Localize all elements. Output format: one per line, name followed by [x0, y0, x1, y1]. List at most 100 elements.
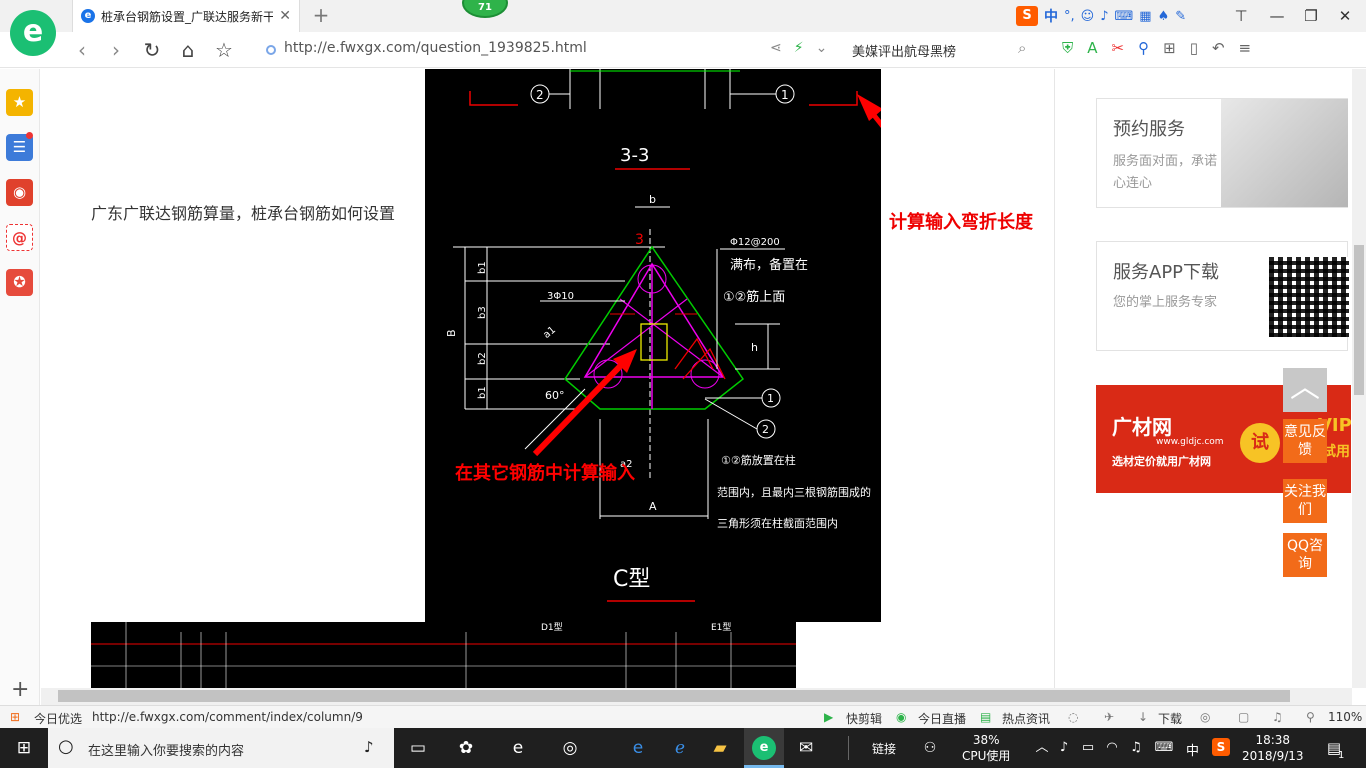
gift-icon[interactable]: ⊞ — [10, 710, 20, 724]
cad-rebar-3: 3Φ10 — [547, 291, 574, 302]
hot-search-text[interactable]: 美媒评出航母黑榜 — [852, 41, 956, 60]
skin-icon[interactable]: ♠ — [1158, 9, 1170, 24]
lightning-icon[interactable]: ⚡ — [794, 40, 804, 56]
keyboard-tray-icon[interactable]: ⌨ — [1152, 736, 1176, 760]
new-tab-button[interactable]: + — [310, 4, 332, 26]
sync-app-icon[interactable]: ◎ — [558, 736, 582, 760]
taskbar-clock[interactable]: 18:38 2018/9/13 — [1242, 732, 1304, 764]
appointment-card[interactable]: 预约服务 服务面对面，承诺心连心 — [1096, 98, 1348, 208]
pin-icon[interactable]: ✈ — [1104, 710, 1114, 724]
share-icon[interactable]: ⋖ — [770, 40, 782, 56]
browser-logo-icon[interactable]: e — [10, 10, 56, 56]
browser-taskbar-button[interactable]: e — [744, 728, 784, 768]
favorite-star-icon[interactable]: ☆ — [212, 38, 236, 62]
back-to-top-button[interactable]: ︿ — [1283, 368, 1327, 412]
back-icon[interactable]: ‹ — [70, 38, 94, 62]
clip-icon[interactable]: ▶ — [824, 710, 833, 724]
ime-indicator[interactable]: 中 — [1186, 740, 1199, 759]
battery-icon[interactable]: ▭ — [1076, 736, 1100, 760]
zoom-icon[interactable]: ⚲ — [1306, 710, 1315, 724]
cad-table-image: D1型 E1型 — [91, 622, 796, 688]
browser-tab[interactable]: e 桩承台钢筋设置_广联达服务新干 ✕ — [72, 0, 300, 32]
task-view-icon[interactable]: ▭ — [406, 736, 430, 760]
feedback-button[interactable]: 意见反馈 — [1283, 419, 1327, 463]
file-explorer-icon[interactable]: ▰ — [708, 736, 732, 760]
tab-close-icon[interactable]: ✕ — [279, 8, 291, 24]
fan-app-icon[interactable]: ✿ — [454, 736, 478, 760]
download-icon[interactable]: ↓ — [1138, 710, 1148, 724]
restore-button[interactable]: ❐ — [1296, 4, 1326, 28]
shield-icon[interactable]: ⛨ — [1062, 39, 1073, 57]
people-icon[interactable]: ⚇ — [918, 736, 942, 760]
undo-icon[interactable]: ↶ — [1212, 39, 1225, 57]
game-icon[interactable]: ✪ — [6, 269, 33, 296]
punctuation-icon[interactable]: °, — [1064, 9, 1075, 24]
cad-mark-2: 2 — [536, 88, 544, 102]
wifi-icon[interactable]: ◠ — [1100, 736, 1124, 760]
voice-search-icon[interactable]: ♪ — [364, 738, 374, 756]
mail-icon[interactable]: @ — [6, 224, 33, 251]
weibo-icon[interactable]: ◉ — [6, 179, 33, 206]
ime-language[interactable]: 中 — [1044, 6, 1058, 26]
windows-start-icon[interactable]: ⊞ — [12, 736, 36, 760]
zoom-level[interactable]: 110% — [1328, 710, 1362, 724]
qq-consult-button[interactable]: QQ咨询 — [1283, 533, 1327, 577]
tablet-icon[interactable]: ▯ — [1190, 39, 1198, 57]
live-icon[interactable]: ◉ — [896, 710, 906, 724]
favorites-star-icon[interactable]: ★ — [6, 89, 33, 116]
follow-us-button[interactable]: 关注我们 — [1283, 479, 1327, 523]
sogou-tray-icon[interactable]: S — [1212, 738, 1230, 756]
unread-dot — [26, 132, 33, 139]
mail-app-icon[interactable]: ✉ — [794, 736, 818, 760]
volume-icon[interactable]: ♫ — [1124, 736, 1148, 760]
vertical-scroll-thumb[interactable] — [1354, 245, 1364, 395]
emoji-icon[interactable]: ☺ — [1081, 9, 1095, 24]
speed-icon[interactable]: ◌ — [1068, 710, 1078, 724]
news-icon[interactable]: ▤ — [980, 710, 991, 724]
wrench-icon[interactable]: ✎ — [1175, 9, 1186, 24]
taskbar-search-box[interactable]: ○ 在这里输入你要搜索的内容 ♪ — [48, 728, 394, 768]
hot-news-link[interactable]: 热点资讯 — [1002, 710, 1050, 727]
toolbox-icon[interactable]: ▦ — [1139, 9, 1151, 24]
search-icon[interactable]: ⌕ — [1018, 39, 1026, 57]
cad-dim-b1: b1 — [477, 261, 488, 274]
keyboard-icon[interactable]: ⌨ — [1115, 9, 1134, 24]
cad-dim-a1: a1 — [541, 324, 558, 340]
ime-toolbar[interactable]: S 中 °, ☺ ♪ ⌨ ▦ ♠ ✎ — [1016, 6, 1186, 26]
address-bar[interactable]: http://e.fwxgx.com/question_1939825.html — [284, 40, 587, 56]
quick-clip-link[interactable]: 快剪辑 — [846, 710, 882, 727]
translate-icon[interactable]: A — [1087, 39, 1097, 57]
app-download-card[interactable]: 服务APP下载 您的掌上服务专家 — [1096, 241, 1349, 351]
internet-explorer-icon[interactable]: ℯ — [668, 736, 692, 760]
live-link[interactable]: 今日直播 — [918, 710, 966, 727]
title-bar: e 桩承台钢筋设置_广联达服务新干 ✕ + 71 S 中 °, ☺ ♪ ⌨ ▦ … — [0, 0, 1366, 32]
microphone-icon[interactable]: ♪ — [1100, 9, 1108, 24]
magnifier-icon[interactable]: ⚲ — [1138, 39, 1149, 57]
horizontal-scroll-thumb[interactable] — [58, 690, 1290, 702]
sound-icon[interactable]: ♫ — [1272, 710, 1283, 724]
minimize-button[interactable]: — — [1262, 4, 1292, 28]
add-sidebar-item-icon[interactable]: + — [11, 677, 29, 702]
window-icon[interactable]: ▢ — [1238, 710, 1249, 724]
scissors-icon[interactable]: ✂ — [1112, 39, 1125, 57]
menu-icon[interactable]: ≡ — [1239, 39, 1252, 57]
refresh-icon[interactable]: ↻ — [140, 38, 164, 62]
chevron-down-icon[interactable]: ⌄ — [816, 40, 828, 56]
refresh-status-icon[interactable]: ◎ — [1200, 710, 1210, 724]
cad-dim-b3: b3 — [477, 306, 488, 319]
forward-icon[interactable]: › — [104, 38, 128, 62]
shirt-icon[interactable]: ⊤ — [1226, 4, 1256, 28]
ie-edge-icon[interactable]: e — [626, 736, 650, 760]
close-window-button[interactable]: ✕ — [1330, 4, 1360, 28]
cad-dim-A: A — [649, 500, 657, 513]
edge-app-icon[interactable]: e — [506, 736, 530, 760]
grid-apps-icon[interactable]: ⊞ — [1163, 39, 1176, 57]
notification-badge[interactable]: 71 — [462, 0, 508, 18]
security-icon — [266, 45, 276, 55]
links-toolbar[interactable]: 链接 — [872, 740, 896, 757]
home-icon[interactable]: ⌂ — [176, 38, 200, 62]
today-pick-link[interactable]: 今日优选 — [34, 710, 82, 727]
chevron-up-icon[interactable]: ︿ — [1030, 736, 1054, 760]
notification-bell-icon[interactable]: ♪ — [1052, 736, 1076, 760]
download-link[interactable]: 下载 — [1158, 710, 1182, 727]
